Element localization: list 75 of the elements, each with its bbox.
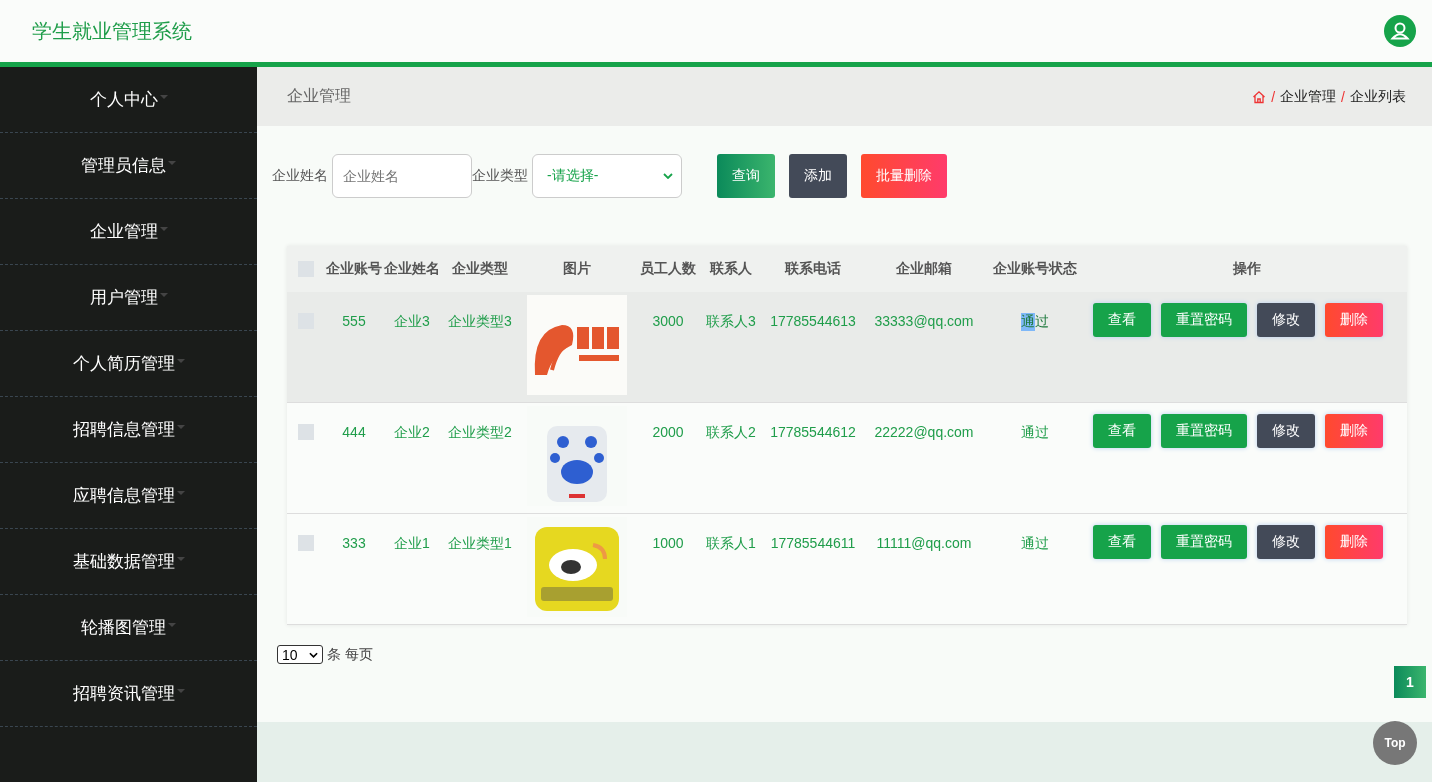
chevron-down-icon (309, 651, 318, 658)
edit-button[interactable]: 修改 (1257, 525, 1315, 559)
caret-icon (159, 292, 168, 297)
table-cell: 企业1 (394, 535, 430, 553)
table-cell: 17785544612 (770, 424, 856, 440)
table-cell: 2000 (652, 424, 684, 440)
table-cell: 17785544613 (770, 313, 856, 329)
column-header: 企业类型 (451, 260, 509, 278)
table-cell: 11111@qq.com (876, 535, 972, 551)
table-cell: 联系人1 (706, 535, 756, 553)
field-label: 企业类型 (472, 167, 528, 185)
column-header: 企业账号 (325, 260, 383, 278)
breadcrumb-item[interactable]: 企业列表 (1350, 87, 1406, 106)
table-cell: 企业2 (394, 424, 430, 442)
breadcrumb-separator: / (1271, 88, 1276, 105)
caret-icon (176, 358, 185, 363)
breadcrumb-item[interactable]: 企业管理 (1280, 87, 1337, 106)
status-text: 通过 (1021, 424, 1049, 442)
sidebar-item[interactable]: 用户管理 (0, 265, 257, 331)
sidebar-item[interactable]: 招聘资讯管理 (0, 661, 257, 727)
caret-icon (176, 490, 185, 495)
sidebar-item[interactable]: 管理员信息 (0, 133, 257, 199)
table-cell: 22222@qq.com (874, 424, 974, 440)
column-header: 企业姓名 (383, 260, 441, 278)
sidebar-item[interactable]: 招聘信息管理 (0, 397, 257, 463)
sidebar-item[interactable]: 企业管理 (0, 199, 257, 265)
home-icon[interactable] (1252, 89, 1267, 104)
column-header: 企业邮箱 (895, 260, 953, 278)
table-cell: 555 (342, 313, 366, 329)
name-input-field[interactable]: 企业姓名 (332, 154, 472, 198)
caret-icon (168, 622, 176, 627)
query-button[interactable]: 查询 (717, 154, 775, 198)
caret-icon (176, 688, 185, 693)
caret-icon (176, 556, 185, 561)
column-header: 图片 (562, 260, 592, 278)
page-size-select[interactable]: 10 (277, 645, 323, 664)
caret-icon (176, 424, 185, 429)
column-header: 操作 (1232, 260, 1262, 278)
caret-icon (159, 94, 168, 99)
row-checkbox[interactable] (298, 535, 314, 551)
highlighted-status-text: 通过 (1021, 313, 1049, 331)
app-title: 学生就业管理系统 (32, 18, 192, 44)
column-header: 联系电话 (783, 260, 842, 278)
column-header: 联系人 (708, 260, 753, 278)
row-checkbox[interactable] (298, 424, 314, 440)
sidebar-item[interactable]: 个人简历管理 (0, 331, 257, 397)
edit-button[interactable]: 修改 (1257, 414, 1315, 448)
table-cell: 联系人2 (706, 424, 756, 442)
page-size-label: 条 每页 (327, 645, 373, 664)
sidebar-item[interactable]: 轮播图管理 (0, 595, 257, 661)
table-cell: 联系人3 (706, 313, 756, 331)
field-label: 企业姓名 (272, 167, 328, 185)
table-cell: 444 (342, 424, 366, 440)
chevron-down-icon (663, 173, 673, 179)
table-cell: 企业类型3 (448, 313, 512, 331)
table-cell: 企业类型2 (448, 424, 512, 442)
table-cell: 17785544611 (770, 535, 856, 551)
table-cell: 33333@qq.com (874, 313, 974, 329)
user-icon[interactable] (1384, 15, 1416, 47)
table-cell: 3000 (652, 313, 684, 329)
status-text: 通过 (1021, 535, 1049, 553)
breadcrumb-separator: / (1341, 88, 1345, 105)
edit-button[interactable]: 修改 (1257, 303, 1315, 337)
sidebar-item[interactable]: 应聘信息管理 (0, 463, 257, 529)
table-cell: 企业类型1 (448, 535, 512, 553)
column-header: 企业账号状态 (992, 260, 1078, 278)
caret-icon (168, 160, 176, 165)
table-cell: 1000 (652, 535, 684, 551)
table-cell: 企业3 (394, 313, 430, 331)
table-cell: 333 (342, 535, 366, 551)
column-header: 员工人数 (639, 260, 697, 278)
sidebar-item[interactable]: 基础数据管理 (0, 529, 257, 595)
caret-icon (159, 226, 168, 231)
add-button[interactable]: 添加 (789, 154, 847, 198)
page-title: 企业管理 (287, 86, 351, 106)
